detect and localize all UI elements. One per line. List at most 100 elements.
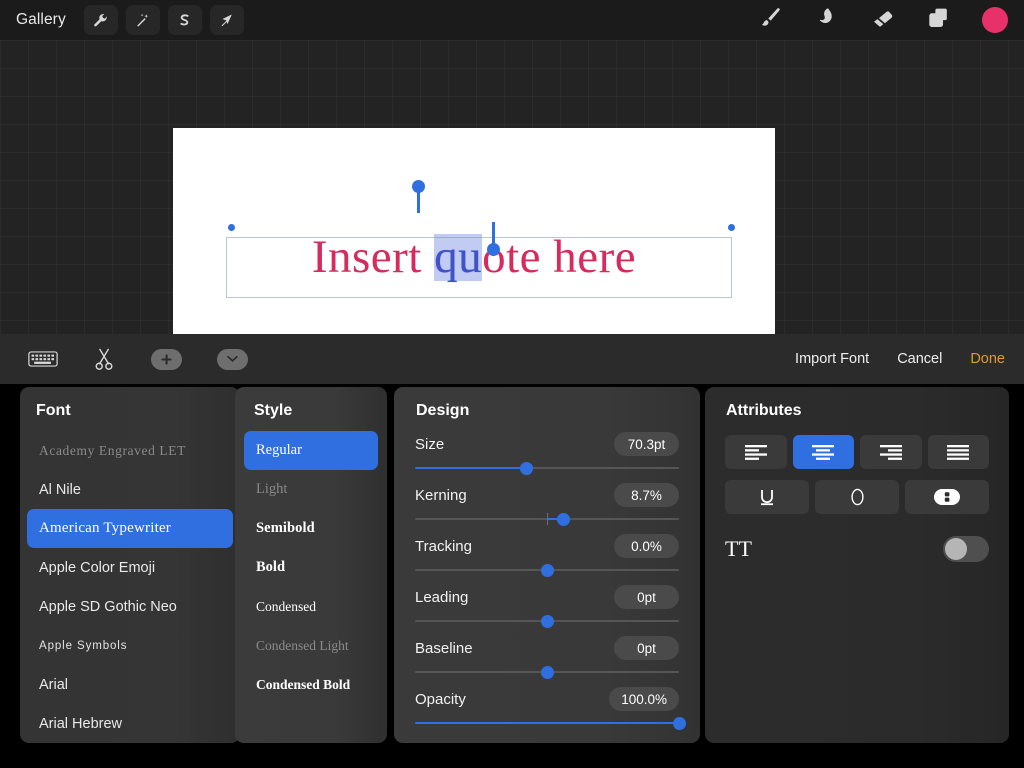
font-item-label: Apple Symbols — [39, 639, 128, 652]
attributes-panel-title: Attributes — [726, 402, 802, 419]
font-item-label: Arial — [39, 676, 69, 693]
scissors-icon[interactable] — [93, 347, 116, 372]
top-toolbar: Gallery — [0, 0, 1024, 40]
quote-text[interactable]: Insert qu ote here — [173, 224, 775, 290]
tracking-value[interactable]: 0.0% — [614, 534, 679, 558]
font-panel: Font Academy Engraved LET Al Nile Americ… — [20, 387, 240, 743]
all-caps-label: TT — [725, 536, 752, 561]
font-item-label: American Typewriter — [39, 520, 172, 536]
smudge-icon[interactable] — [814, 5, 839, 35]
color-swatch[interactable] — [982, 7, 1008, 33]
chevron-down-icon[interactable] — [217, 348, 248, 370]
style-item-label: Condensed Light — [256, 637, 349, 653]
leading-label: Leading — [415, 588, 469, 606]
slider-knob[interactable] — [519, 462, 533, 475]
kerning-value[interactable]: 8.7% — [614, 483, 679, 507]
style-item-label: Semibold — [256, 520, 315, 536]
style-item-label: Bold — [256, 559, 286, 575]
style-list-item[interactable]: Condensed Light — [244, 626, 378, 665]
slider-knob[interactable] — [556, 513, 570, 526]
selection-s-icon[interactable] — [167, 5, 202, 35]
font-list-item[interactable]: Arial — [27, 665, 233, 704]
baseline-slider[interactable] — [415, 664, 679, 680]
style-list-item[interactable]: Semibold — [244, 509, 378, 548]
design-row-leading: Leading 0pt — [394, 582, 700, 633]
text-frame-handle-left[interactable] — [228, 224, 235, 231]
style-list-item[interactable]: Bold — [244, 548, 378, 587]
style-panel-title: Style — [254, 402, 293, 419]
font-list-item[interactable]: Apple Symbols — [27, 626, 233, 665]
style-list-item[interactable]: Condensed Bold — [244, 665, 378, 704]
attributes-panel: Attributes TT — [705, 387, 1009, 743]
font-item-label: Apple Color Emoji — [39, 559, 156, 576]
align-center-button[interactable] — [792, 435, 854, 469]
tracking-slider[interactable] — [415, 562, 679, 578]
alignment-button-group — [725, 435, 989, 469]
outline-button[interactable] — [815, 480, 899, 514]
design-row-tracking: Tracking 0.0% — [394, 531, 700, 582]
design-panel: Design Size 70.3pt Kerning 8.7% Tracking… — [394, 387, 700, 743]
style-panel: Style Regular Light Semibold Bold Conden… — [235, 387, 387, 743]
brush-tool-group — [758, 5, 1008, 35]
magic-wand-icon[interactable] — [125, 5, 160, 35]
font-list-item[interactable]: Arial Hebrew — [27, 704, 233, 739]
style-list-item[interactable]: Light — [244, 470, 378, 509]
font-list[interactable]: Academy Engraved LET Al Nile American Ty… — [20, 431, 240, 739]
layers-icon[interactable] — [926, 5, 951, 35]
style-item-label: Condensed — [256, 598, 316, 614]
slider-knob[interactable] — [541, 615, 554, 628]
import-font-button[interactable]: Import Font — [795, 351, 869, 367]
font-panel-title: Font — [36, 402, 71, 419]
style-list[interactable]: Regular Light Semibold Bold Condensed Co… — [235, 431, 387, 739]
align-right-button[interactable] — [860, 435, 922, 469]
text-action-bar: Import Font Cancel Done — [0, 334, 1024, 384]
canvas-area[interactable]: Insert qu ote here — [0, 40, 1024, 334]
slider-knob[interactable] — [541, 564, 554, 577]
quote-text-after: ote here — [482, 230, 637, 283]
all-caps-row: TT — [725, 536, 989, 562]
slider-fill — [415, 467, 526, 469]
style-list-item-selected[interactable]: Regular — [244, 431, 378, 470]
kerning-slider[interactable] — [415, 511, 679, 527]
done-button[interactable]: Done — [970, 351, 1005, 367]
add-text-button[interactable] — [151, 348, 182, 370]
gallery-button[interactable]: Gallery — [16, 11, 66, 29]
all-caps-toggle[interactable] — [943, 536, 989, 562]
cancel-button[interactable]: Cancel — [897, 351, 942, 367]
font-list-item-selected[interactable]: American Typewriter — [27, 509, 233, 548]
font-list-item[interactable]: Apple SD Gothic Neo — [27, 587, 233, 626]
style-list-item[interactable]: Condensed — [244, 587, 378, 626]
design-row-baseline: Baseline 0pt — [394, 633, 700, 684]
size-value[interactable]: 70.3pt — [614, 432, 679, 456]
underline-button[interactable] — [725, 480, 809, 514]
tracking-label: Tracking — [415, 537, 472, 555]
size-slider[interactable] — [415, 460, 679, 476]
design-slider-list: Size 70.3pt Kerning 8.7% Tracking 0.0% L… — [394, 429, 700, 743]
font-list-item[interactable]: Apple Color Emoji — [27, 548, 233, 587]
text-frame-handle-right[interactable] — [728, 224, 735, 231]
slider-knob[interactable] — [541, 666, 554, 679]
style-item-label: Light — [256, 481, 288, 497]
quote-text-before: Insert — [311, 230, 435, 283]
align-justify-button[interactable] — [927, 435, 989, 469]
eraser-icon[interactable] — [870, 5, 895, 35]
font-list-item[interactable]: Academy Engraved LET — [27, 431, 233, 470]
design-panel-title: Design — [416, 402, 470, 419]
transform-arrow-icon[interactable] — [209, 5, 244, 35]
opacity-value[interactable]: 100.0% — [609, 687, 679, 711]
baseline-value[interactable]: 0pt — [614, 636, 679, 660]
bottom-bar — [0, 743, 1024, 768]
opacity-slider[interactable] — [415, 715, 686, 731]
font-list-item[interactable]: Al Nile — [27, 470, 233, 509]
leading-value[interactable]: 0pt — [614, 585, 679, 609]
slider-knob[interactable] — [673, 717, 686, 730]
highlight-button[interactable] — [905, 480, 989, 514]
paintbrush-icon[interactable] — [758, 5, 783, 35]
font-item-label: Academy Engraved LET — [39, 442, 186, 458]
leading-slider[interactable] — [415, 613, 679, 629]
align-left-button[interactable] — [725, 435, 787, 469]
wrench-icon[interactable] — [83, 5, 118, 35]
keyboard-icon[interactable] — [28, 349, 58, 369]
kerning-label: Kerning — [415, 486, 467, 504]
tool-group — [83, 5, 244, 35]
